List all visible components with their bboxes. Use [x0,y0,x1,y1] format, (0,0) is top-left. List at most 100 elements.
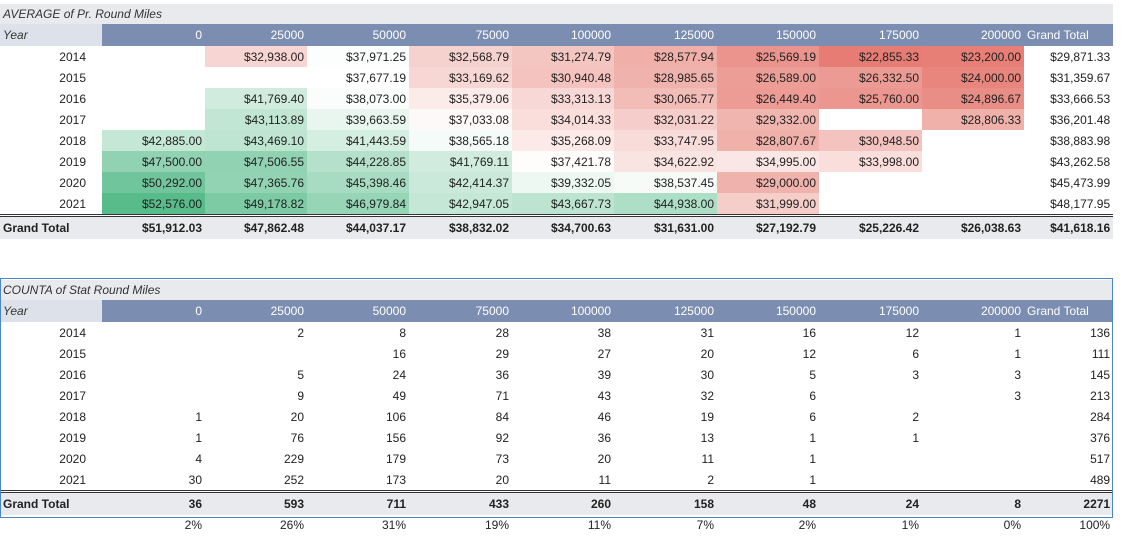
data-cell[interactable] [922,130,1024,151]
data-cell[interactable]: 43 [512,385,614,406]
column-header[interactable]: 125000 [614,24,717,46]
data-cell[interactable] [922,172,1024,193]
row-year-label[interactable]: 2017 [0,385,102,406]
data-cell[interactable]: 6 [717,406,819,427]
grand-total-cell[interactable]: $26,038.63 [922,214,1024,239]
percent-row-label[interactable] [0,515,102,535]
data-cell[interactable] [922,469,1024,492]
data-cell[interactable]: $38,565.18 [409,130,512,151]
data-cell[interactable]: $49,178.82 [205,193,307,216]
data-cell[interactable]: $24,000.00 [922,67,1024,88]
data-cell[interactable]: 49 [307,385,409,406]
data-cell[interactable] [922,406,1024,427]
data-cell[interactable]: 9 [205,385,307,406]
percent-cell[interactable]: 26% [205,515,307,535]
row-grand-total[interactable]: $43,262.58 [1024,151,1113,172]
data-cell[interactable]: $28,577.94 [614,46,717,67]
grand-total-header[interactable]: Grand Total [1024,300,1114,322]
row-year-label[interactable]: 2018 [0,406,102,427]
row-grand-total[interactable]: $45,473.99 [1024,172,1113,193]
data-cell[interactable]: 29 [409,343,512,364]
data-cell[interactable] [922,193,1024,216]
data-cell[interactable]: $34,014.33 [512,109,614,130]
data-cell[interactable] [102,88,205,109]
row-year-label[interactable]: 2019 [0,427,102,448]
column-header[interactable]: 150000 [717,24,819,46]
data-cell[interactable]: $41,769.40 [205,88,307,109]
data-cell[interactable]: 156 [307,427,409,448]
grand-total-cell[interactable]: $44,037.17 [307,214,409,239]
year-header[interactable]: Year [0,24,102,46]
data-cell[interactable]: $44,228.85 [307,151,409,172]
row-year-label[interactable]: 2014 [0,46,102,67]
data-cell[interactable]: 76 [205,427,307,448]
data-cell[interactable]: 92 [409,427,512,448]
data-cell[interactable] [205,67,307,88]
column-header[interactable]: 100000 [512,24,614,46]
data-cell[interactable]: 16 [717,322,819,343]
row-year-label[interactable]: 2016 [0,88,102,109]
data-cell[interactable]: $52,576.00 [102,193,205,216]
grand-total-cell[interactable]: 48 [717,490,819,515]
year-header[interactable]: Year [0,300,102,322]
row-year-label[interactable]: 2017 [0,109,102,130]
grand-total-cell[interactable]: $38,832.02 [409,214,512,239]
row-year-label[interactable]: 2015 [0,67,102,88]
data-cell[interactable]: 13 [614,427,717,448]
data-cell[interactable]: $33,313.13 [512,88,614,109]
data-cell[interactable]: $43,667.73 [512,193,614,216]
column-header[interactable]: 150000 [717,300,819,322]
data-cell[interactable]: $25,569.19 [717,46,819,67]
data-cell[interactable]: $26,449.40 [717,88,819,109]
grand-total-cell[interactable]: $25,226.42 [819,214,922,239]
row-year-label[interactable]: 2020 [0,172,102,193]
row-grand-total[interactable]: $36,201.48 [1024,109,1113,130]
percent-cell[interactable]: 2% [717,515,819,535]
data-cell[interactable] [205,343,307,364]
grand-total-cell[interactable]: 711 [307,490,409,515]
data-cell[interactable]: $37,971.25 [307,46,409,67]
pivot-title[interactable]: COUNTA of Stat Round Miles [0,280,1114,300]
grand-total-label[interactable]: Grand Total [0,490,102,515]
data-cell[interactable]: $37,677.19 [307,67,409,88]
data-cell[interactable]: $43,469.10 [205,130,307,151]
data-cell[interactable]: $29,332.00 [717,109,819,130]
column-header[interactable]: 75000 [409,300,512,322]
row-grand-total[interactable]: 136 [1024,322,1113,343]
data-cell[interactable]: $46,979.84 [307,193,409,216]
row-year-label[interactable]: 2015 [0,343,102,364]
column-header[interactable]: 175000 [819,24,922,46]
data-cell[interactable]: $41,769.11 [409,151,512,172]
data-cell[interactable]: 24 [307,364,409,385]
column-header[interactable]: 25000 [205,300,307,322]
grand-total-cell[interactable]: $34,700.63 [512,214,614,239]
data-cell[interactable]: 36 [512,427,614,448]
data-cell[interactable]: $34,622.92 [614,151,717,172]
data-cell[interactable]: 12 [819,322,922,343]
data-cell[interactable]: 229 [205,448,307,469]
grand-total-all[interactable]: $41,618.16 [1024,214,1114,239]
data-cell[interactable]: $30,948.50 [819,130,922,151]
row-year-label[interactable]: 2021 [0,469,102,492]
data-cell[interactable]: 5 [717,364,819,385]
data-cell[interactable]: $47,500.00 [102,151,205,172]
row-grand-total[interactable]: 111 [1024,343,1113,364]
row-grand-total[interactable]: 489 [1024,469,1113,492]
row-grand-total[interactable]: $29,871.33 [1024,46,1113,67]
data-cell[interactable]: 2 [614,469,717,492]
percent-total[interactable]: 100% [1024,515,1114,535]
data-cell[interactable]: 16 [307,343,409,364]
data-cell[interactable]: $29,000.00 [717,172,819,193]
data-cell[interactable] [102,109,205,130]
column-header[interactable]: 200000 [922,300,1024,322]
data-cell[interactable] [922,448,1024,469]
row-grand-total[interactable]: 145 [1024,364,1113,385]
data-cell[interactable]: $47,506.55 [205,151,307,172]
data-cell[interactable]: $39,332.05 [512,172,614,193]
data-cell[interactable] [102,322,205,343]
data-cell[interactable]: $35,268.09 [512,130,614,151]
data-cell[interactable]: 3 [922,364,1024,385]
data-cell[interactable]: 1 [102,406,205,427]
data-cell[interactable]: $32,568.79 [409,46,512,67]
row-grand-total[interactable]: 517 [1024,448,1113,469]
